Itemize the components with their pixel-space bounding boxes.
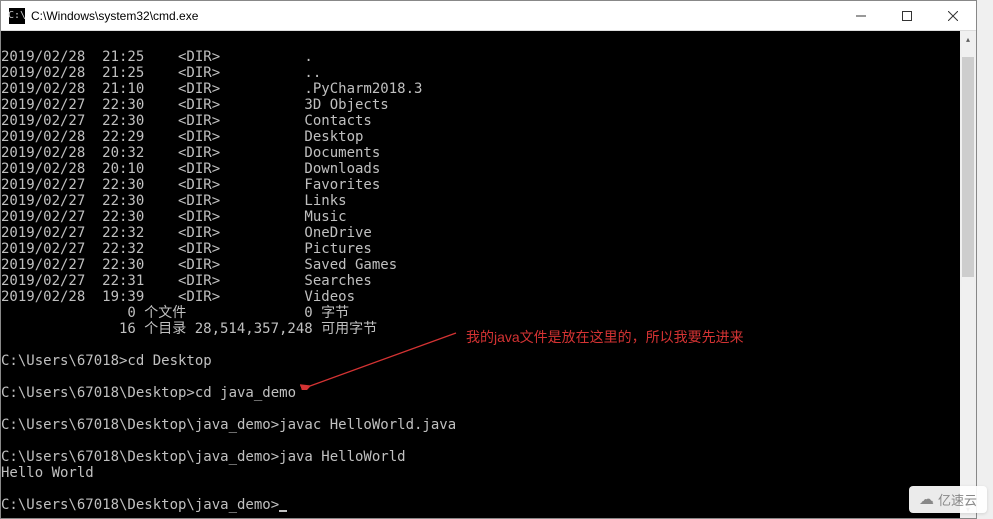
scroll-thumb[interactable] [962,57,974,277]
watermark-text: 亿速云 [938,490,977,509]
app-icon: C:\ [9,8,25,24]
watermark: ☁ 亿速云 [909,486,987,513]
window-title: C:\Windows\system32\cmd.exe [31,9,838,23]
minimize-button[interactable] [838,1,884,30]
maximize-button[interactable] [884,1,930,30]
scrollbar[interactable]: ▴ ▾ [960,31,976,518]
cloud-icon: ☁ [919,492,934,507]
titlebar[interactable]: C:\ C:\Windows\system32\cmd.exe [1,1,976,31]
close-button[interactable] [930,1,976,30]
terminal-output[interactable]: 2019/02/28 21:25 <DIR> . 2019/02/28 21:2… [1,31,960,518]
scroll-up-icon[interactable]: ▴ [960,31,976,48]
terminal-cursor [279,510,287,512]
cmd-window: C:\ C:\Windows\system32\cmd.exe 2019/02/… [0,0,977,519]
